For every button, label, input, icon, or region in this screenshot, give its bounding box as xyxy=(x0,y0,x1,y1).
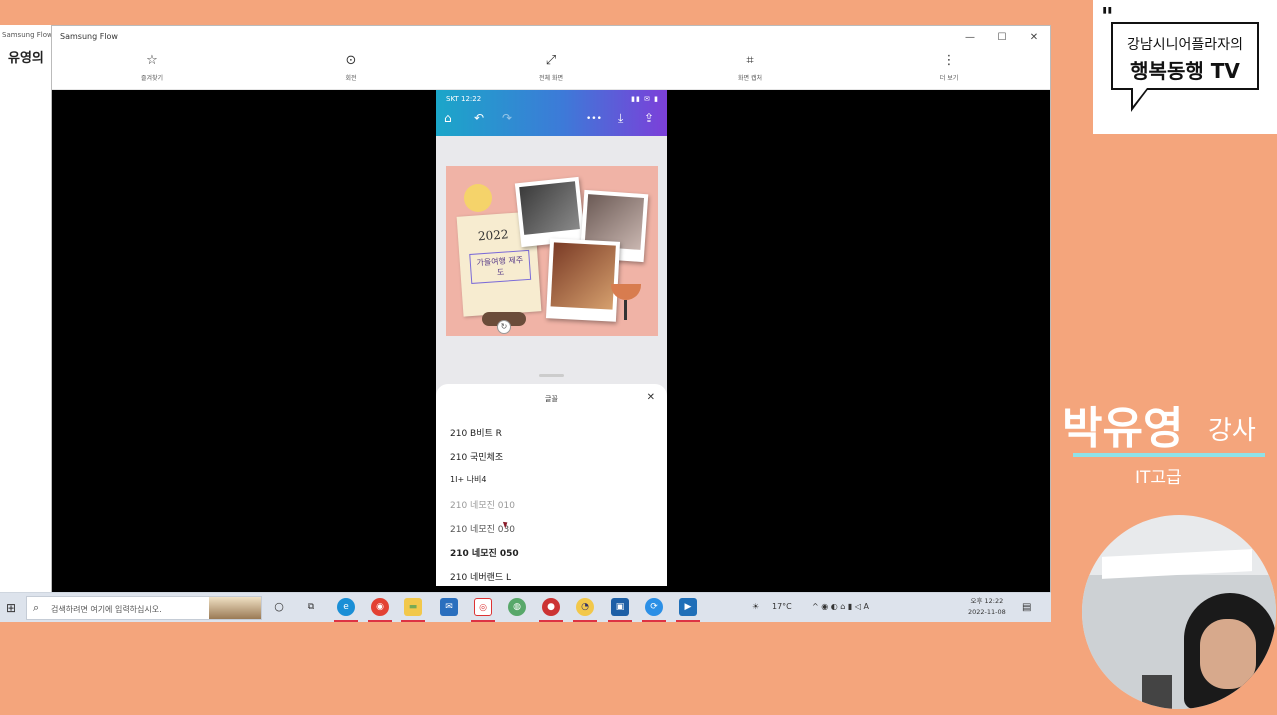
chrome-icon[interactable]: ◉ xyxy=(371,598,389,616)
clock-date: 2022-11-08 xyxy=(968,608,1006,616)
clock-time: 오후 12:22 xyxy=(970,597,1004,605)
close-button[interactable]: ✕ xyxy=(1018,26,1050,48)
channel-name-line2: 행복동행 TV xyxy=(1130,59,1240,83)
title-bar[interactable]: Samsung Flow — ☐ ✕ xyxy=(52,26,1050,48)
monitor xyxy=(1142,675,1172,709)
minimize-button[interactable]: — xyxy=(954,26,986,48)
windows-taskbar: ⊞ ⌕ 검색하려면 여기에 입력하십시오. ○ ⧉ e ◉ ▬ ✉ ◎ ◍ ● … xyxy=(0,592,1051,622)
background-window-heading: 유영의 xyxy=(8,51,44,66)
undo-icon[interactable]: ↶ xyxy=(474,111,484,125)
font-sheet-title: 글꼴 xyxy=(545,395,558,403)
phone-screen[interactable]: SKT 12:22 ▮▮ ✉ ▮ ⌂ ↶ ↷ ••• ⤓ ⇪ 2022 가을여행… xyxy=(436,90,667,586)
design-canvas[interactable]: 2022 가을여행 제주도 ↻ xyxy=(446,166,658,336)
phone-app-bar: SKT 12:22 ▮▮ ✉ ▮ ⌂ ↶ ↷ ••• ⤓ ⇪ xyxy=(436,90,667,136)
instructor-subtitle: IT고급 xyxy=(1135,468,1182,488)
app-icon[interactable]: ◎ xyxy=(474,598,492,616)
background-window-title: Samsung Flow xyxy=(2,31,51,39)
font-option[interactable]: 1I+ 나비4 xyxy=(450,474,487,485)
file-explorer-icon[interactable]: ▬ xyxy=(404,598,422,616)
channel-name-line1: 강남시니어플라자의 xyxy=(1127,37,1243,53)
star-icon: ☆ xyxy=(146,53,158,68)
redo-icon[interactable]: ↷ xyxy=(502,111,512,125)
notification-icon[interactable]: ▤ xyxy=(1022,602,1031,613)
favorites-button[interactable]: ☆ 즐겨찾기 xyxy=(102,52,202,82)
weather-temperature[interactable]: 17°C xyxy=(772,602,792,611)
edge-icon[interactable]: e xyxy=(337,598,355,616)
samsung-flow-window: Samsung Flow — ☐ ✕ ☆ 즐겨찾기 ⊙ 회전 ⤢ 전체 화면 ⌗… xyxy=(51,25,1051,595)
more-dots-icon[interactable]: ••• xyxy=(586,114,602,124)
photo-polaroid xyxy=(545,238,621,322)
taskbar-search[interactable]: ⌕ 검색하려면 여기에 입력하십시오. xyxy=(26,596,262,620)
samsung-flow-taskbar-icon[interactable]: ⟳ xyxy=(645,598,663,616)
font-option[interactable]: 210 네모진 050 xyxy=(450,546,519,559)
status-carrier-time: SKT 12:22 xyxy=(446,95,482,103)
window-title: Samsung Flow xyxy=(60,32,118,41)
search-highlight-image xyxy=(209,597,261,619)
weather-icon[interactable]: ☀ xyxy=(752,602,759,611)
font-option[interactable]: 210 B비트 R xyxy=(450,426,502,439)
app-icon[interactable]: ◔ xyxy=(576,598,594,616)
app-icon[interactable]: ◍ xyxy=(508,598,526,616)
task-view-icon[interactable]: ⧉ xyxy=(302,598,320,616)
instructor-underline xyxy=(1073,453,1265,457)
fullscreen-icon: ⤢ xyxy=(545,53,557,68)
rotate-handle-icon[interactable]: ↻ xyxy=(497,320,511,334)
favorites-label: 즐겨찾기 xyxy=(140,75,164,82)
mail-icon[interactable]: ✉ xyxy=(440,598,458,616)
presenter-face xyxy=(1200,619,1256,689)
search-placeholder: 검색하려면 여기에 입력하십시오. xyxy=(51,605,162,614)
sun-illustration xyxy=(464,184,492,212)
fullscreen-button[interactable]: ⤢ 전체 화면 xyxy=(501,52,601,82)
windows-start-icon[interactable]: ⊞ xyxy=(6,601,16,615)
sheet-drag-handle[interactable] xyxy=(539,374,564,377)
capture-button[interactable]: ⌗ 화면 캡처 xyxy=(700,52,800,82)
app-icon[interactable]: ▣ xyxy=(611,598,629,616)
rotate-label: 회전 xyxy=(345,75,357,82)
download-icon[interactable]: ⤓ xyxy=(618,111,623,126)
instructor-title: 강사 xyxy=(1208,416,1256,446)
app-icon[interactable]: ● xyxy=(542,598,560,616)
search-icon: ⌕ xyxy=(33,601,40,614)
cortana-icon[interactable]: ○ xyxy=(270,598,288,616)
share-icon[interactable]: ⇪ xyxy=(644,111,654,125)
design-caption[interactable]: 가을여행 제주도 xyxy=(469,249,532,285)
status-icons: ▮▮ ✉ ▮ xyxy=(631,95,659,103)
maximize-button[interactable]: ☐ xyxy=(986,26,1018,48)
rotate-button[interactable]: ⊙ 회전 xyxy=(301,52,401,82)
home-icon[interactable]: ⌂ xyxy=(444,111,452,125)
close-icon[interactable]: ✕ xyxy=(647,392,655,403)
font-picker-sheet: 글꼴 ✕ 210 B비트 R 210 국민체조 1I+ 나비4 210 네모진 … xyxy=(436,374,667,586)
instructor-name: 박유영 xyxy=(1062,403,1184,454)
font-option[interactable]: 210 국민체조 xyxy=(450,450,503,463)
webcam-overlay xyxy=(1082,515,1276,709)
grill-stand xyxy=(624,300,627,320)
more-label: 더 보기 xyxy=(939,75,959,82)
channel-logo: " 강남시니어플라자의 행복동행 TV xyxy=(1093,0,1277,134)
font-option[interactable]: 210 네모진 010 xyxy=(450,498,515,511)
capture-icon: ⌗ xyxy=(746,53,754,68)
background-window[interactable]: Samsung Flow 유영의 xyxy=(0,25,52,595)
more-icon: ⋮ xyxy=(942,53,956,68)
toolbar: ☆ 즐겨찾기 ⊙ 회전 ⤢ 전체 화면 ⌗ 화면 캡처 ⋮ 더 보기 xyxy=(52,48,1050,90)
taskbar-clock[interactable]: 오후 12:22 2022-11-08 xyxy=(968,596,1006,618)
design-year: 2022 xyxy=(477,227,509,244)
photo-polaroid xyxy=(514,176,586,248)
more-button[interactable]: ⋮ 더 보기 xyxy=(899,52,999,82)
rotate-icon: ⊙ xyxy=(345,53,357,68)
system-tray-icons[interactable]: ^ ◉ ◐ ⌂ ▮ ◁ A xyxy=(812,602,869,611)
app-icon[interactable]: ▶ xyxy=(679,598,697,616)
capture-label: 화면 캡처 xyxy=(738,75,762,82)
fullscreen-label: 전체 화면 xyxy=(539,75,563,82)
font-option[interactable]: 210 네버랜드 L xyxy=(450,570,511,583)
